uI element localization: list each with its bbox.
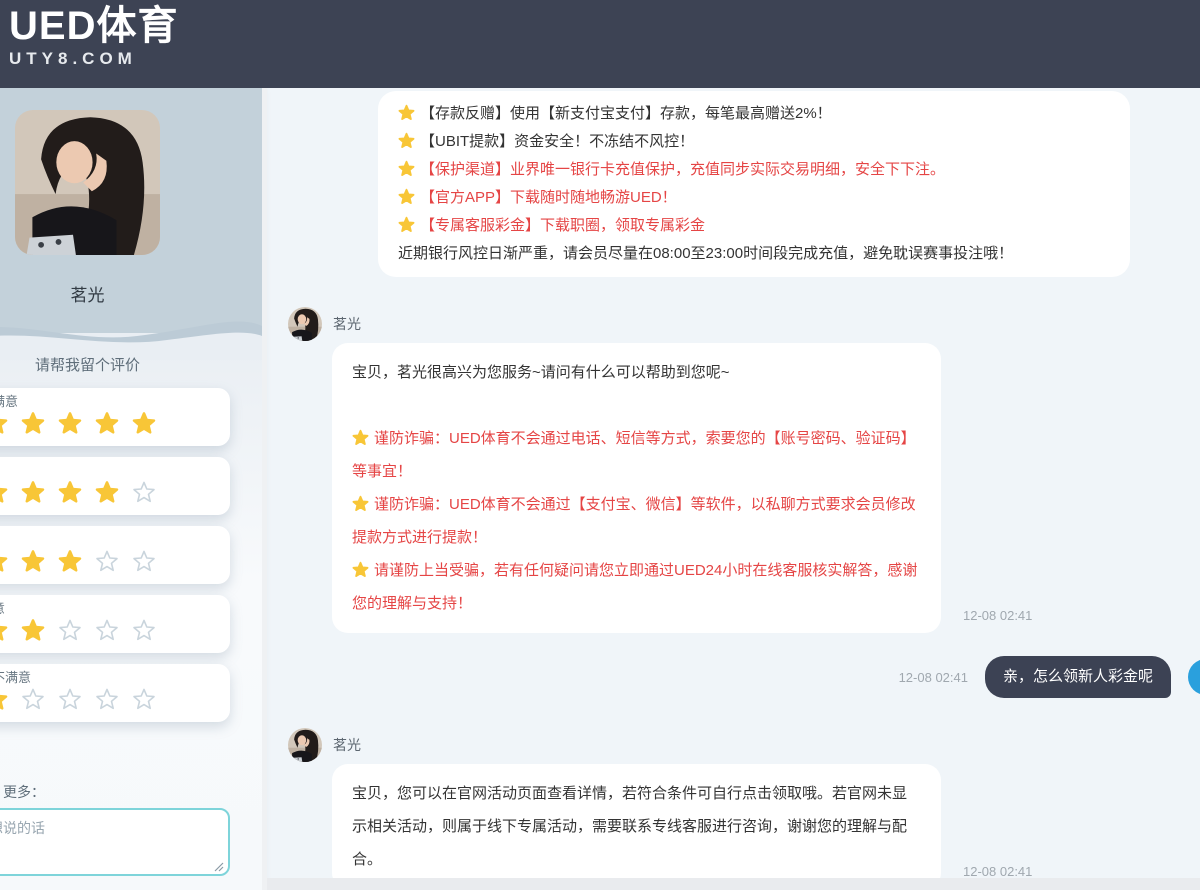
notice-line: 近期银行风控日渐严重，请会员尽量在08:00至23:00时间段完成充值，避免耽误… xyxy=(398,240,1110,268)
rating-stars[interactable] xyxy=(0,618,230,642)
star-icon xyxy=(132,549,156,573)
star-icon xyxy=(58,618,82,642)
notice-line: 【保护渠道】业界唯一银行卡充值保护，充值同步实际交易明细，安全下下注。 xyxy=(398,156,1110,184)
chat-area: 【存款反赠】使用【新支付宝支付】存款，每笔最高赠送2%！【UBIT提款】资金安全… xyxy=(267,88,1200,890)
star-icon xyxy=(352,429,369,446)
star-icon xyxy=(21,687,45,711)
portrait-photo xyxy=(288,307,322,341)
rating-card-label: 非常不满意 xyxy=(0,664,230,685)
rating-card[interactable]: 非常不满意 xyxy=(0,664,230,722)
star-icon xyxy=(0,618,8,642)
brand-logo: UED体育 UTY8.COM xyxy=(9,4,178,69)
star-icon xyxy=(21,618,45,642)
star-icon xyxy=(398,188,415,205)
star-icon xyxy=(398,132,415,149)
star-icon xyxy=(0,687,8,711)
rating-card-label: 非常满意 xyxy=(0,388,230,409)
message-timestamp: 12-08 02:41 xyxy=(963,608,1032,623)
user-message-row: 12-08 02:41 亲，怎么领新人彩金呢 xyxy=(267,656,1200,698)
message-list: 茗光宝贝，茗光很高兴为您服务~请问有什么可以帮助到您呢~谨防诈骗：UED体育不会… xyxy=(267,307,1200,889)
message-paragraph: 宝贝，茗光很高兴为您服务~请问有什么可以帮助到您呢~ xyxy=(352,356,921,389)
notice-line: 【专属客服彩金】下载职圈，领取专属彩金 xyxy=(398,212,1110,240)
feedback-textarea[interactable] xyxy=(0,808,230,876)
star-icon xyxy=(352,561,369,578)
message-sender-name: 茗光 xyxy=(333,314,361,334)
wave-divider xyxy=(0,304,262,360)
brand-domain: UTY8.COM xyxy=(9,49,178,69)
star-icon xyxy=(132,687,156,711)
message-paragraph: 请谨防上当受骗，若有任何疑问请您立即通过UED24小时在线客服核实解答，感谢您的… xyxy=(352,554,921,620)
star-icon xyxy=(58,411,82,435)
brand-title: UED体育 xyxy=(9,4,178,48)
app-header: UED体育 UTY8.COM xyxy=(0,0,1200,88)
rating-stars[interactable] xyxy=(0,480,230,504)
star-icon xyxy=(398,216,415,233)
rating-stars[interactable] xyxy=(0,411,230,435)
rating-card[interactable]: 不满意 xyxy=(0,595,230,653)
message-paragraph: 谨防诈骗：UED体育不会通过电话、短信等方式，索要您的【账号密码、验证码】等事宜… xyxy=(352,422,921,488)
sidebar-scrollbar-track[interactable] xyxy=(262,88,267,890)
notice-line: 【官方APP】下载随时随地畅游UED！ xyxy=(398,184,1110,212)
agent-message-bubble: 宝贝，您可以在官网活动页面查看详情，若符合条件可自行点击领取哦。若官网未显示相关… xyxy=(332,764,941,889)
star-icon xyxy=(58,687,82,711)
portrait-photo xyxy=(15,110,160,255)
message-timestamp: 12-08 02:41 xyxy=(899,670,968,685)
feedback-more-label: 更多： xyxy=(3,782,45,802)
rating-card-label: 满意 xyxy=(0,457,230,478)
agent-message-avatar xyxy=(288,728,322,762)
agent-message-bubble: 宝贝，茗光很高兴为您服务~请问有什么可以帮助到您呢~ 谨防诈骗：UED体育不会通过… xyxy=(332,343,941,633)
user-avatar xyxy=(1188,659,1200,695)
star-icon xyxy=(95,411,119,435)
agent-message-avatar xyxy=(288,307,322,341)
star-icon xyxy=(398,104,415,121)
star-icon xyxy=(95,687,119,711)
agent-sidebar-inner: 茗光 请帮我留个评价 非常满意满意一般不满意非常不满意 更多： xyxy=(0,88,262,890)
message-paragraph: 宝贝，您可以在官网活动页面查看详情，若符合条件可自行点击领取哦。若官网未显示相关… xyxy=(352,777,921,876)
star-icon xyxy=(95,480,119,504)
chat-footer-strip xyxy=(267,878,1200,890)
portrait-photo xyxy=(288,728,322,762)
star-icon xyxy=(0,549,8,573)
notice-line: 【UBIT提款】资金安全！不冻结不风控！ xyxy=(398,128,1110,156)
notice-bubble: 【存款反赠】使用【新支付宝支付】存款，每笔最高赠送2%！【UBIT提款】资金安全… xyxy=(378,91,1130,277)
star-icon xyxy=(132,618,156,642)
agent-name: 茗光 xyxy=(15,281,160,306)
message-timestamp: 12-08 02:41 xyxy=(963,864,1032,879)
user-message-bubble: 亲，怎么领新人彩金呢 xyxy=(985,656,1171,698)
rating-card[interactable]: 满意 xyxy=(0,457,230,515)
rating-list: 非常满意满意一般不满意非常不满意 xyxy=(0,388,230,733)
star-icon xyxy=(132,411,156,435)
star-icon xyxy=(58,549,82,573)
agent-message-header: 茗光 xyxy=(288,728,1200,762)
star-icon xyxy=(0,480,8,504)
rating-card[interactable]: 一般 xyxy=(0,526,230,584)
star-icon xyxy=(132,480,156,504)
agent-avatar xyxy=(15,110,160,255)
agent-sidebar: 茗光 请帮我留个评价 非常满意满意一般不满意非常不满意 更多： xyxy=(0,88,262,890)
star-icon xyxy=(21,411,45,435)
star-icon xyxy=(0,411,8,435)
rating-card[interactable]: 非常满意 xyxy=(0,388,230,446)
agent-message-row: 宝贝，茗光很高兴为您服务~请问有什么可以帮助到您呢~ 谨防诈骗：UED体育不会通过… xyxy=(332,343,1200,633)
agent-message-row: 宝贝，您可以在官网活动页面查看详情，若符合条件可自行点击领取哦。若官网未显示相关… xyxy=(332,764,1200,889)
star-icon xyxy=(21,549,45,573)
agent-message-header: 茗光 xyxy=(288,307,1200,341)
message-paragraph: 谨防诈骗：UED体育不会通过【支付宝、微信】等软件，以私聊方式要求会员修改提款方… xyxy=(352,488,921,554)
rating-stars[interactable] xyxy=(0,687,230,711)
star-icon xyxy=(21,480,45,504)
star-icon xyxy=(58,480,82,504)
rating-card-label: 一般 xyxy=(0,526,230,547)
star-icon xyxy=(95,549,119,573)
star-icon xyxy=(352,495,369,512)
rating-stars[interactable] xyxy=(0,549,230,573)
rating-prompt: 请帮我留个评价 xyxy=(0,354,180,375)
star-icon xyxy=(95,618,119,642)
notice-line: 【存款反赠】使用【新支付宝支付】存款，每笔最高赠送2%！ xyxy=(398,100,1110,128)
rating-card-label: 不满意 xyxy=(0,595,230,616)
message-sender-name: 茗光 xyxy=(333,735,361,755)
star-icon xyxy=(398,160,415,177)
